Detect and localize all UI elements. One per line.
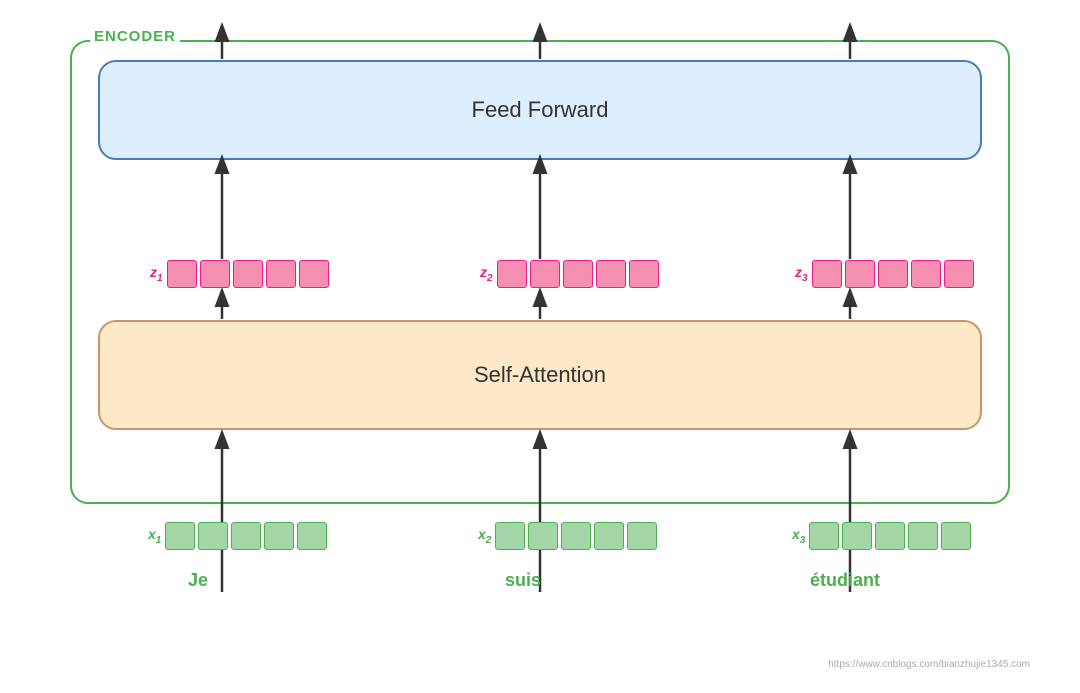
z1-vector: z1 [150, 260, 329, 288]
word-etudiant: étudiant [810, 570, 880, 591]
cell [594, 522, 624, 550]
self-attention-box: Self-Attention [98, 320, 982, 430]
watermark: https://www.cnblogs.com/bianzhujie1345.c… [828, 659, 1030, 670]
x2-label: x2 [478, 526, 491, 546]
feed-forward-label: Feed Forward [472, 97, 609, 123]
cell [266, 260, 296, 288]
cell [878, 260, 908, 288]
cell [200, 260, 230, 288]
cell [842, 522, 872, 550]
z2-vector: z2 [480, 260, 659, 288]
cell [497, 260, 527, 288]
cell [944, 260, 974, 288]
cell [495, 522, 525, 550]
word-suis: suis [505, 570, 541, 591]
cell [596, 260, 626, 288]
cell [809, 522, 839, 550]
cell [563, 260, 593, 288]
z2-cells [497, 260, 659, 288]
cell [845, 260, 875, 288]
x3-label: x3 [792, 526, 805, 546]
cell [198, 522, 228, 550]
x2-vector: x2 [478, 522, 657, 550]
cell [264, 522, 294, 550]
cell [165, 522, 195, 550]
z2-label: z2 [480, 264, 493, 284]
z3-vector: z3 [795, 260, 974, 288]
cell [908, 522, 938, 550]
cell [528, 522, 558, 550]
diagram-container: ENCODER Feed Forward Self-Attention [40, 22, 1040, 672]
x3-vector: x3 [792, 522, 971, 550]
z3-cells [812, 260, 974, 288]
cell [875, 522, 905, 550]
x1-label: x1 [148, 526, 161, 546]
cell [629, 260, 659, 288]
cell [297, 522, 327, 550]
word-je: Je [188, 570, 208, 591]
encoder-label: ENCODER [90, 28, 180, 45]
cell [233, 260, 263, 288]
x3-cells [809, 522, 971, 550]
x2-cells [495, 522, 657, 550]
feed-forward-box: Feed Forward [98, 60, 982, 160]
cell [561, 522, 591, 550]
cell [530, 260, 560, 288]
x1-vector: x1 [148, 522, 327, 550]
cell [812, 260, 842, 288]
cell [167, 260, 197, 288]
self-attention-label: Self-Attention [474, 362, 606, 388]
cell [231, 522, 261, 550]
cell [941, 522, 971, 550]
z1-label: z1 [150, 264, 163, 284]
cell [627, 522, 657, 550]
z1-cells [167, 260, 329, 288]
x1-cells [165, 522, 327, 550]
z3-label: z3 [795, 264, 808, 284]
cell [299, 260, 329, 288]
cell [911, 260, 941, 288]
